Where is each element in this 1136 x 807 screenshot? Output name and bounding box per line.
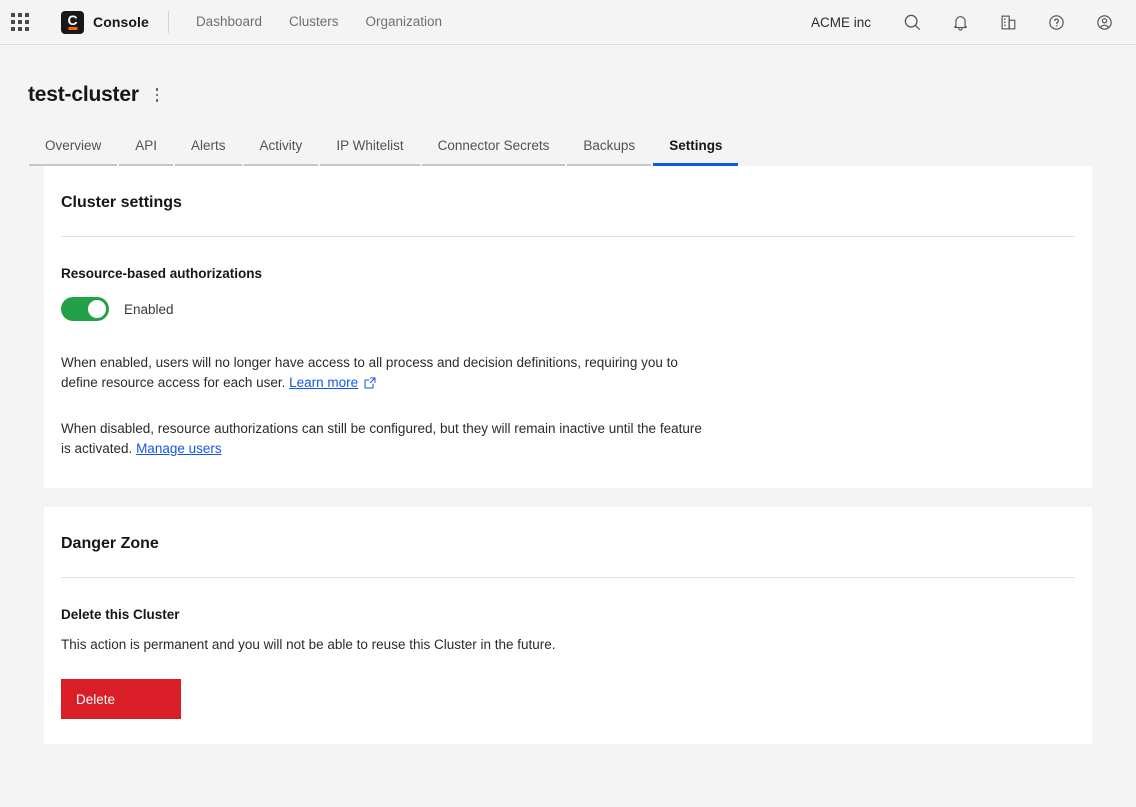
page-title: test-cluster [28, 83, 139, 107]
user-account-button[interactable] [1080, 0, 1128, 44]
tab-activity[interactable]: Activity [243, 132, 320, 166]
top-navigation-bar: C Console Dashboard Clusters Organizatio… [0, 0, 1136, 45]
delete-cluster-heading: Delete this Cluster [61, 607, 1075, 622]
top-nav-actions: ACME inc [811, 0, 1136, 44]
danger-zone-title: Danger Zone [44, 507, 1092, 553]
nav-link-organization[interactable]: Organization [366, 15, 443, 29]
search-icon [903, 13, 922, 32]
page-content: test-cluster Overview API Alerts Activit… [0, 45, 1136, 744]
external-link-icon [364, 375, 376, 395]
tab-label: Settings [669, 138, 722, 153]
cluster-overflow-menu-button[interactable] [143, 81, 171, 109]
tab-label: Overview [45, 138, 101, 153]
tab-backups[interactable]: Backups [566, 132, 652, 166]
disabled-description: When disabled, resource authorizations c… [61, 419, 709, 459]
logo-letter: C [67, 13, 77, 27]
enabled-description: When enabled, users will no longer have … [61, 353, 709, 395]
tab-api[interactable]: API [118, 132, 174, 166]
user-account-icon [1095, 13, 1114, 32]
resource-authorizations-toggle-row: Enabled [61, 295, 1075, 323]
app-launcher-button[interactable] [0, 0, 40, 44]
organization-building-icon [999, 13, 1018, 32]
brand-logo-link[interactable]: C Console [61, 11, 149, 34]
delete-cluster-button[interactable]: Delete [61, 679, 181, 719]
learn-more-link[interactable]: Learn more [289, 375, 358, 390]
help-question-icon [1047, 13, 1066, 32]
brand-name: Console [93, 14, 149, 30]
nav-link-dashboard[interactable]: Dashboard [196, 15, 262, 29]
danger-zone-card: Danger Zone Delete this Cluster This act… [44, 507, 1092, 744]
notifications-button[interactable] [936, 0, 984, 44]
help-button[interactable] [1032, 0, 1080, 44]
tab-connector-secrets[interactable]: Connector Secrets [421, 132, 567, 166]
primary-nav-links: Dashboard Clusters Organization [196, 15, 442, 29]
manage-users-link[interactable]: Manage users [136, 441, 222, 456]
kebab-dot [156, 94, 159, 97]
tab-label: Connector Secrets [438, 138, 550, 153]
console-logo-icon: C [61, 11, 84, 34]
kebab-dot [156, 99, 159, 102]
toggle-state-label: Enabled [124, 302, 174, 317]
organization-name[interactable]: ACME inc [811, 15, 871, 30]
kebab-dot [156, 88, 159, 91]
page-header: test-cluster [0, 45, 1136, 109]
tab-label: Activity [260, 138, 303, 153]
tab-label: Alerts [191, 138, 226, 153]
tab-label: Backups [583, 138, 635, 153]
notifications-bell-icon [951, 13, 970, 32]
cluster-tabs: Overview API Alerts Activity IP Whitelis… [28, 132, 773, 166]
cluster-settings-card: Cluster settings Resource-based authoriz… [44, 166, 1092, 488]
danger-zone-body: Delete this Cluster This action is perma… [44, 578, 1092, 744]
cluster-settings-title: Cluster settings [44, 166, 1092, 212]
tab-overview[interactable]: Overview [28, 132, 118, 166]
tab-settings[interactable]: Settings [652, 132, 739, 166]
search-button[interactable] [888, 0, 936, 44]
tab-ip-whitelist[interactable]: IP Whitelist [319, 132, 420, 166]
tab-alerts[interactable]: Alerts [174, 132, 243, 166]
tab-label: IP Whitelist [336, 138, 403, 153]
card-bottom-spacer [61, 459, 1075, 488]
logo-accent-bar [68, 27, 77, 30]
resource-authorizations-toggle[interactable] [61, 297, 109, 321]
tab-label: API [135, 138, 157, 153]
toggle-knob [88, 300, 106, 318]
resource-authorizations-heading: Resource-based authorizations [61, 266, 1075, 281]
cluster-settings-body: Resource-based authorizations Enabled Wh… [44, 237, 1092, 488]
nav-divider [168, 11, 169, 33]
nav-link-clusters[interactable]: Clusters [289, 15, 339, 29]
grid-apps-icon [11, 13, 29, 31]
delete-cluster-description: This action is permanent and you will no… [61, 635, 1075, 655]
organization-button[interactable] [984, 0, 1032, 44]
